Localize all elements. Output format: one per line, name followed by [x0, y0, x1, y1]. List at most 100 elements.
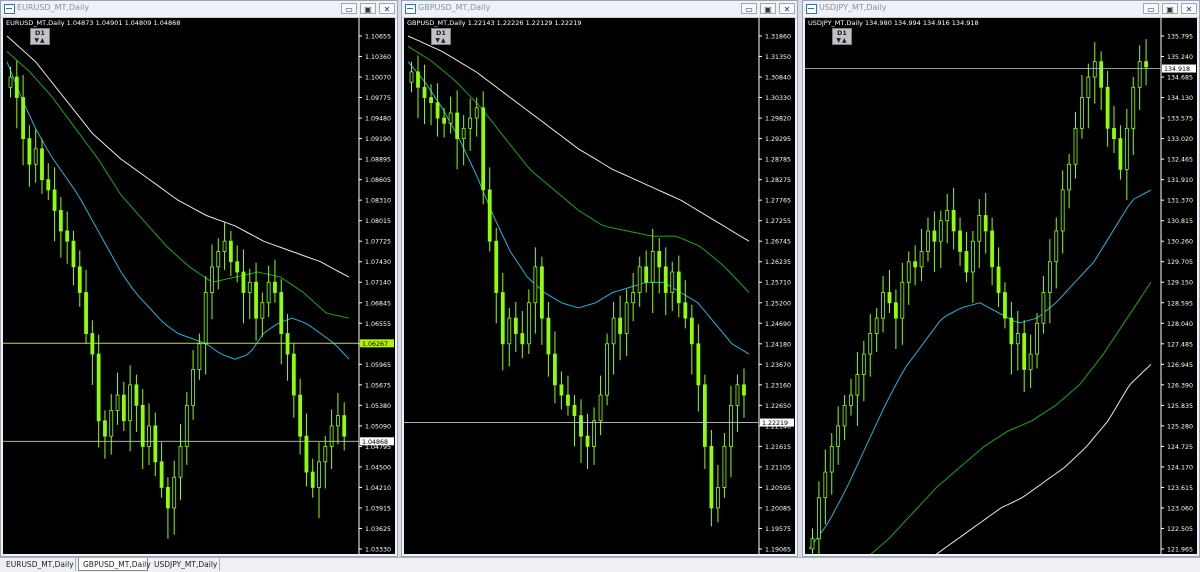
ma-line-blue — [6, 61, 350, 360]
timeframe-arrows-icon[interactable]: ▼▲ — [432, 37, 450, 45]
price-chart[interactable]: 135.795 135.240 134.685 134.130 133.575 133.0… — [805, 18, 1197, 554]
candle-body — [810, 538, 815, 550]
candle-body — [172, 476, 177, 509]
chart-window-eurusd[interactable]: EURUSD_MT,Daily ▭ ▣ ✕ 1.10655 1.10360 1.10… — [0, 0, 398, 557]
candle-body — [310, 471, 315, 488]
candle-body — [273, 281, 277, 293]
candle-body — [970, 240, 975, 273]
chart-svg[interactable]: 1.10655 1.10360 1.10070 1.09775 1.09480 1.091… — [3, 18, 395, 554]
ma-line-white — [935, 363, 1152, 554]
price-chart[interactable]: 1.31860 1.31350 1.30840 1.30330 1.29820 1.292… — [404, 18, 795, 554]
candle-body — [592, 420, 596, 447]
timeframe-badge[interactable]: D1 ▼▲ — [431, 28, 451, 45]
timeframe-badge[interactable]: D1 ▼▲ — [30, 28, 50, 45]
price-tick-label: 132.465 — [1167, 157, 1193, 164]
price-tick-label: 1.08605 — [365, 177, 391, 184]
candle-body — [448, 112, 453, 124]
minimize-button[interactable]: ▭ — [341, 3, 357, 14]
window-titlebar[interactable]: EURUSD_MT,Daily ▭ ▣ ✕ — [1, 1, 397, 18]
candle-body — [868, 333, 873, 355]
candle-body — [1144, 61, 1148, 68]
tab-gbpusd[interactable]: GBPUSD_MT,Daily — [78, 558, 151, 571]
price-tick-label: 1.30840 — [765, 75, 791, 82]
candle-body — [52, 189, 57, 211]
candle-body — [823, 471, 828, 499]
candle-body — [983, 215, 988, 232]
candle-body — [829, 445, 834, 473]
price-tick-label: 1.06845 — [365, 300, 391, 307]
candle-body — [585, 435, 590, 447]
candle-body — [153, 425, 158, 463]
tab-eurusd[interactable]: EURUSD_MT,Daily — [2, 558, 76, 571]
price-tick-label: 135.795 — [1167, 34, 1193, 41]
chart-svg[interactable]: 1.31860 1.31350 1.30840 1.30330 1.29820 1.292… — [404, 18, 795, 554]
price-tick-label: 130.815 — [1167, 218, 1193, 225]
maximize-button[interactable]: ▣ — [760, 3, 776, 14]
candle-body — [121, 394, 126, 422]
candle-body — [676, 271, 681, 304]
timeframe-arrows-icon[interactable]: ▼▲ — [31, 37, 49, 45]
candle-body — [279, 292, 284, 334]
candle-body — [442, 117, 446, 124]
candle-body — [900, 281, 905, 319]
candle-body — [191, 369, 195, 406]
price-chart[interactable]: 1.10655 1.10360 1.10070 1.09775 1.09480 1.091… — [3, 18, 395, 554]
maximize-button[interactable]: ▣ — [1162, 3, 1178, 14]
ma-line-green — [6, 51, 350, 319]
candle-body — [1047, 261, 1052, 293]
candle-body — [618, 317, 623, 334]
price-tick-label: 123.615 — [1167, 485, 1193, 492]
candle-body — [500, 292, 505, 345]
minimize-button[interactable]: ▭ — [1143, 3, 1159, 14]
candle-body — [235, 261, 240, 273]
level-price-label: 1.06267 — [362, 341, 388, 348]
window-titlebar[interactable]: GBPUSD_MT,Daily ▭ ▣ ✕ — [402, 1, 797, 18]
candle-body — [27, 138, 32, 165]
price-tick-label: 1.27765 — [765, 198, 791, 205]
tab-usdjpy[interactable]: USDJPY_MT,Daily — [150, 558, 220, 571]
candle-body — [958, 230, 962, 252]
price-tick-label: 1.10070 — [365, 75, 391, 82]
close-button[interactable]: ✕ — [779, 3, 795, 14]
candle-body — [938, 220, 943, 242]
price-tick-label: 1.22650 — [765, 403, 791, 410]
candle-body — [103, 420, 107, 437]
price-tick-label: 1.20085 — [765, 505, 791, 512]
close-button[interactable]: ✕ — [379, 3, 395, 14]
price-tick-label: 1.20595 — [765, 485, 791, 492]
chart-svg[interactable]: 135.795 135.240 134.685 134.130 133.575 133.0… — [805, 18, 1197, 554]
price-tick-label: 1.07140 — [365, 280, 391, 287]
minimize-button[interactable]: ▭ — [741, 3, 757, 14]
close-button[interactable]: ✕ — [1181, 3, 1197, 14]
candle-body — [166, 487, 170, 509]
ma-line-green — [870, 281, 1152, 554]
candle-body — [611, 317, 616, 345]
candle-body — [1105, 86, 1110, 129]
candle-body — [553, 353, 557, 386]
chart-window-icon — [4, 4, 15, 14]
price-tick-label: 121.965 — [1167, 547, 1193, 554]
chart-window-gbpusd[interactable]: GBPUSD_MT,Daily ▭ ▣ ✕ 1.31860 1.31350 1.30… — [401, 0, 798, 557]
window-titlebar[interactable]: USDJPY_MT,Daily ▭ ▣ ✕ — [803, 1, 1199, 18]
price-tick-label: 1.05090 — [365, 423, 391, 430]
maximize-button[interactable]: ▣ — [360, 3, 376, 14]
price-tick-label: 1.28785 — [765, 157, 791, 164]
chart-window-usdjpy[interactable]: USDJPY_MT,Daily ▭ ▣ ✕ 135.795 135.240 134.… — [802, 0, 1200, 557]
candle-body — [631, 292, 636, 304]
price-tick-label: 1.30330 — [765, 95, 791, 102]
price-tick-label: 1.03915 — [365, 505, 391, 512]
candle-body — [1099, 61, 1104, 88]
ma-line-blue — [407, 61, 750, 355]
timeframe-arrows-icon[interactable]: ▼▲ — [833, 37, 851, 45]
candle-body — [951, 210, 956, 232]
candle-body — [461, 127, 466, 139]
bid-price-label: 1.22219 — [762, 420, 788, 427]
candle-body — [742, 384, 746, 396]
candle-body — [559, 384, 564, 396]
candle-body — [260, 302, 265, 319]
price-tick-label: 126.390 — [1167, 382, 1193, 389]
candle-body — [487, 189, 492, 242]
candle-body — [702, 384, 707, 447]
timeframe-badge[interactable]: D1 ▼▲ — [832, 28, 852, 45]
candle-body — [147, 425, 151, 447]
